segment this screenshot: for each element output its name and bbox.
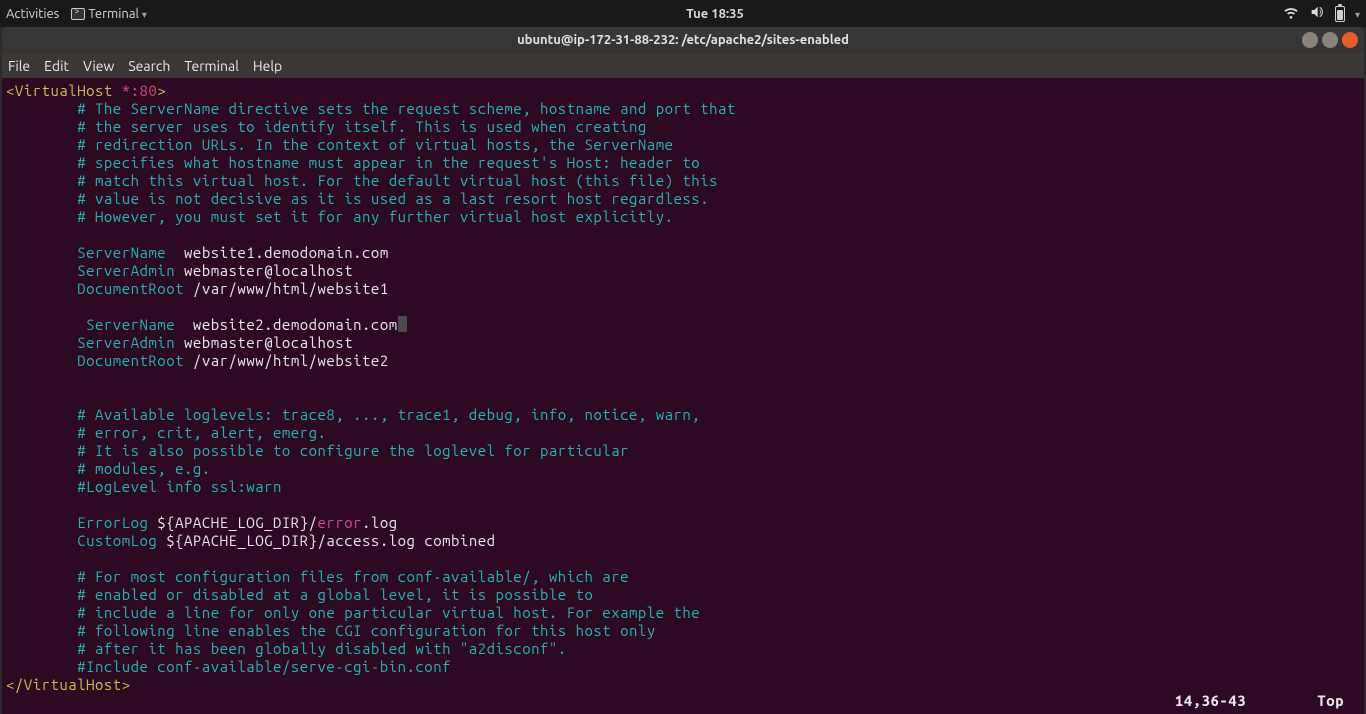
errorlog-error: error [318, 514, 363, 531]
serveradmin-val-1: webmaster@localhost [175, 262, 353, 279]
documentroot-key: DocumentRoot [77, 280, 184, 297]
comment-line: # redirection URLs. In the context of vi… [77, 136, 673, 153]
comment-line: # include a line for only one particular… [77, 604, 700, 621]
customlog-val: ${APACHE_LOG_DIR}/access.log combined [157, 532, 495, 549]
menu-file[interactable]: File [8, 58, 30, 74]
comment-line: # after it has been globally disabled wi… [77, 640, 567, 657]
cursor-position: 14,36-43 [1175, 692, 1246, 709]
scroll-location: Top [1317, 692, 1344, 709]
comment-line: # The ServerName directive sets the requ… [77, 100, 736, 117]
maximize-button[interactable] [1322, 32, 1338, 48]
vim-statusline: 14,36-43 Top [1175, 692, 1344, 710]
battery-icon[interactable] [1335, 6, 1345, 22]
window-controls [1302, 32, 1358, 48]
gnome-topbar: Activities Terminal Tue 18:35 [0, 0, 1366, 27]
documentroot-val-1: /var/www/html/website1 [184, 280, 389, 297]
clock[interactable]: Tue 18:35 [147, 7, 1283, 21]
comment-line: # specifies what hostname must appear in… [77, 154, 700, 171]
comment-line: # For most configuration files from conf… [77, 568, 629, 585]
servername-key: ServerName [86, 316, 175, 333]
errorlog-key: ErrorLog [77, 514, 148, 531]
errorlog-ext: .log [362, 514, 398, 531]
comment-line: # Available loglevels: trace8, ..., trac… [77, 406, 700, 423]
serveradmin-key: ServerAdmin [77, 262, 175, 279]
comment-line: # However, you must set it for any furth… [77, 208, 673, 225]
serveradmin-key: ServerAdmin [77, 334, 175, 351]
comment-line: # modules, e.g. [77, 460, 211, 477]
wifi-icon[interactable] [1283, 4, 1299, 23]
documentroot-val-2: /var/www/html/website2 [184, 352, 389, 369]
comment-line: # enabled or disabled at a global level,… [77, 586, 593, 603]
vhost-port: *:80 [113, 82, 158, 99]
customlog-key: CustomLog [77, 532, 157, 549]
comment-line: # match this virtual host. For the defau… [77, 172, 718, 189]
window-title: ubuntu@ip-172-31-88-232: /etc/apache2/si… [2, 33, 1364, 47]
menu-search[interactable]: Search [128, 58, 170, 74]
minimize-button[interactable] [1302, 32, 1318, 48]
servername-key: ServerName [77, 244, 166, 261]
menu-help[interactable]: Help [253, 58, 282, 74]
comment-line: #Include conf-available/serve-cgi-bin.co… [77, 658, 451, 675]
terminal-app-label: Terminal [88, 7, 139, 21]
terminal-viewport[interactable]: <VirtualHost *:80> # The ServerName dire… [2, 78, 1364, 714]
topbar-left: Activities Terminal [6, 7, 147, 21]
errorlog-val: ${APACHE_LOG_DIR}/ [148, 514, 317, 531]
comment-line: # value is not decisive as it is used as… [77, 190, 709, 207]
power-menu-icon[interactable] [1355, 7, 1360, 21]
menu-edit[interactable]: Edit [44, 58, 69, 74]
close-button[interactable] [1342, 32, 1358, 48]
gt: > [157, 82, 166, 99]
vhost-close-tag: </VirtualHost> [6, 676, 131, 693]
text-cursor [398, 316, 407, 332]
menu-terminal[interactable]: Terminal [184, 58, 239, 74]
comment-line: # It is also possible to configure the l… [77, 442, 629, 459]
documentroot-key: DocumentRoot [77, 352, 184, 369]
sound-icon[interactable] [1309, 4, 1325, 23]
menu-view[interactable]: View [83, 58, 114, 74]
terminal-app-menu[interactable]: Terminal [71, 7, 147, 21]
comment-line: # the server uses to identify itself. Th… [77, 118, 647, 135]
comment-line: # following line enables the CGI configu… [77, 622, 656, 639]
comment-line: #LogLevel info ssl:warn [77, 478, 282, 495]
system-tray [1283, 4, 1360, 23]
vhost-open-tag: <VirtualHost [6, 82, 113, 99]
window-titlebar: ubuntu@ip-172-31-88-232: /etc/apache2/si… [2, 27, 1364, 53]
activities-button[interactable]: Activities [6, 7, 59, 21]
servername-val-2: website2.demodomain.com [175, 316, 398, 333]
terminal-icon [71, 8, 85, 20]
app-menubar: File Edit View Search Terminal Help [2, 53, 1364, 78]
servername-val-1: website1.demodomain.com [166, 244, 389, 261]
comment-line: # error, crit, alert, emerg. [77, 424, 326, 441]
serveradmin-val-2: webmaster@localhost [175, 334, 353, 351]
